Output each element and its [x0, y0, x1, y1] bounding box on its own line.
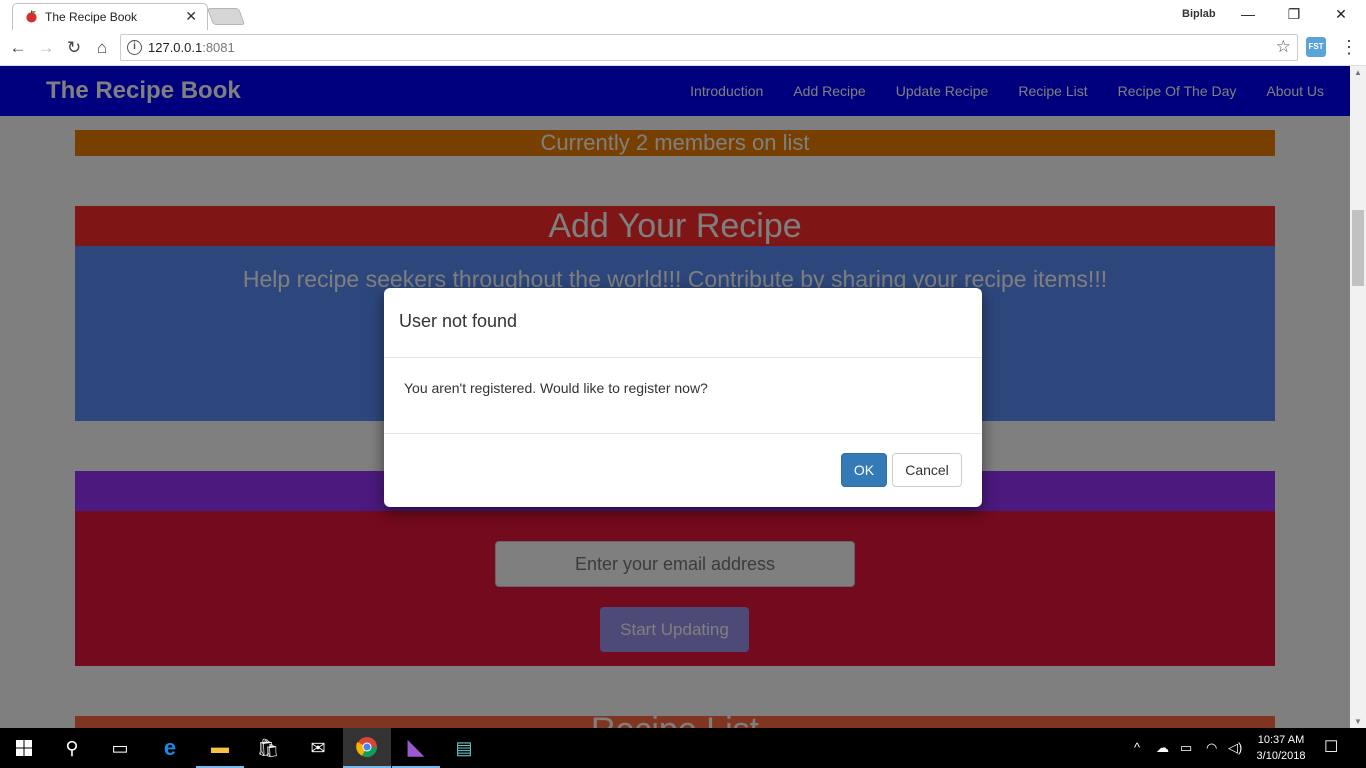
battery-icon[interactable]: ▭ [1180, 728, 1192, 768]
minimize-icon[interactable]: — [1225, 3, 1271, 27]
dialog-message: You aren't registered. Would like to reg… [384, 358, 982, 434]
reload-icon[interactable]: ↻ [62, 36, 86, 60]
edge-browser-icon[interactable]: e [146, 728, 194, 768]
notepad-app-icon[interactable]: ▤ [440, 728, 488, 768]
back-icon[interactable]: ← [6, 36, 30, 60]
bookmark-star-icon[interactable]: ☆ [1276, 37, 1291, 57]
onedrive-icon[interactable]: ☁ [1156, 728, 1169, 768]
tab-title: The Recipe Book [45, 10, 138, 24]
clock-time: 10:37 AM [1257, 734, 1305, 746]
dialog-header: User not found [384, 288, 982, 358]
menu-icon[interactable]: ⋮ [1340, 35, 1358, 59]
info-icon[interactable]: i [127, 40, 142, 55]
close-window-icon[interactable]: ✕ [1318, 3, 1364, 27]
windows-start-icon[interactable] [0, 728, 48, 768]
ok-button[interactable]: OK [841, 453, 887, 487]
wifi-icon[interactable]: ◠ [1206, 728, 1217, 768]
scroll-down-icon[interactable]: ▼ [1354, 717, 1362, 726]
profile-name[interactable]: Biplab [1182, 8, 1216, 20]
scroll-up-icon[interactable]: ▲ [1354, 68, 1362, 77]
home-icon[interactable]: ⌂ [90, 36, 114, 60]
page-viewport: The Recipe Book Introduction Add Recipe … [0, 66, 1350, 728]
file-explorer-icon[interactable]: ▬ [196, 728, 244, 768]
extension-icon[interactable]: FST [1306, 37, 1326, 57]
visual-studio-icon[interactable]: ◣ [392, 728, 440, 768]
clock-date: 3/10/2018 [1256, 750, 1306, 762]
address-bar[interactable]: i 127.0.0.1:8081 ☆ [120, 34, 1298, 61]
browser-tab[interactable]: The Recipe Book ✕ [12, 3, 208, 30]
close-tab-icon[interactable]: ✕ [185, 8, 197, 25]
mail-icon[interactable]: ✉ [294, 728, 342, 768]
page-scrollbar[interactable]: ▲ ▼ [1350, 66, 1366, 728]
cancel-button[interactable]: Cancel [892, 453, 962, 487]
store-icon[interactable]: 🛍 [244, 728, 292, 768]
notifications-icon[interactable]: ☐ [1324, 728, 1338, 768]
restore-icon[interactable]: ❐ [1271, 3, 1317, 27]
scroll-thumb[interactable] [1352, 210, 1364, 286]
windows-taskbar: ⚲ ▭ e ▬ 🛍 ✉ ◣ ▤ ^ ☁ ▭ ◠ ◁) 10:37 AM 3/10… [0, 728, 1366, 768]
chrome-icon[interactable] [343, 728, 391, 768]
user-not-found-dialog: User not found You aren't registered. Wo… [384, 288, 982, 507]
browser-toolbar: ← → ↻ ⌂ i 127.0.0.1:8081 ☆ FST ⋮ [0, 30, 1366, 66]
system-clock[interactable]: 10:37 AM 3/10/2018 [1250, 732, 1312, 764]
dialog-footer: OK Cancel [384, 434, 982, 506]
dialog-title: User not found [399, 311, 518, 331]
tray-overflow-icon[interactable]: ^ [1134, 728, 1140, 768]
url-text: 127.0.0.1:8081 [148, 40, 235, 55]
apple-icon [26, 10, 37, 23]
new-tab-button[interactable] [206, 8, 246, 25]
browser-titlebar: The Recipe Book ✕ Biplab — ❐ ✕ [0, 0, 1366, 30]
forward-icon[interactable]: → [34, 36, 58, 60]
task-view-icon[interactable]: ▭ [96, 728, 144, 768]
volume-icon[interactable]: ◁) [1228, 728, 1242, 768]
search-icon[interactable]: ⚲ [48, 728, 96, 768]
